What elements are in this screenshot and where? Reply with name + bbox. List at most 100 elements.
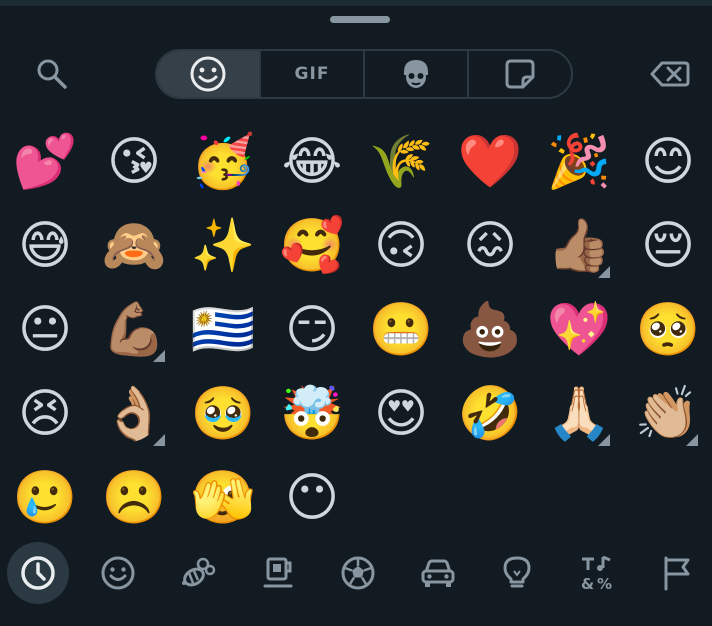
emoji-glyph: 🇺🇾 xyxy=(190,300,256,360)
emoji-glyph: 🎉 xyxy=(546,132,612,192)
skin-tone-indicator xyxy=(598,434,610,446)
emoji-glyph: 🙏🏻 xyxy=(546,384,612,444)
emoji-glyph: 🌾 xyxy=(368,132,434,192)
category-travel[interactable] xyxy=(407,542,469,604)
emoji-glyph: 😂 xyxy=(281,132,343,192)
emoji-cell[interactable]: 😬 xyxy=(356,288,446,372)
skin-tone-indicator xyxy=(686,434,698,446)
top-divider xyxy=(0,0,712,6)
emoji-cell[interactable]: 🥲 xyxy=(0,456,90,540)
emoji-cell[interactable]: 😅 xyxy=(0,204,90,288)
search-button[interactable] xyxy=(28,54,76,94)
emoji-cell[interactable]: 😖 xyxy=(445,204,535,288)
soccer-ball-icon xyxy=(338,553,378,593)
emoji-cell[interactable]: 👏🏼 xyxy=(622,372,712,456)
category-activities[interactable] xyxy=(327,542,389,604)
category-animals[interactable] xyxy=(166,542,228,604)
emoji-cell[interactable]: 🥹 xyxy=(178,372,268,456)
tab-gif[interactable]: GIF xyxy=(261,51,365,97)
emoji-cell[interactable]: 💕 xyxy=(0,120,90,204)
category-smileys[interactable] xyxy=(87,542,149,604)
emoji-cell[interactable]: 🎉 xyxy=(534,120,624,204)
smiley-icon xyxy=(98,553,138,593)
skin-tone-indicator xyxy=(153,350,165,362)
emoji-glyph: ☹️ xyxy=(101,468,167,528)
backspace-button[interactable] xyxy=(644,56,696,92)
search-icon xyxy=(35,57,69,91)
emoji-glyph: 🫣 xyxy=(190,468,256,528)
emoji-cell[interactable]: 😐 xyxy=(0,288,90,372)
emoji-glyph: ❤️ xyxy=(457,132,523,192)
emoji-cell[interactable]: 🥰 xyxy=(267,204,357,288)
emoji-cell[interactable]: 💖 xyxy=(534,288,624,372)
emoji-cell[interactable]: 💪🏽 xyxy=(89,288,179,372)
emoji-glyph: 💪🏽 xyxy=(101,300,167,360)
emoji-cell[interactable]: ❤️ xyxy=(445,120,535,204)
category-bar: & % xyxy=(0,530,712,626)
emoji-glyph: 🥰 xyxy=(279,216,345,276)
backspace-icon xyxy=(650,60,690,88)
emoji-glyph: 😖 xyxy=(462,216,518,276)
emoji-cell[interactable]: ☹️ xyxy=(89,456,179,540)
emoji-keyboard-panel: GIF 💕 😘 🥳 😂 🌾 ❤️ 🎉 😊 😅 🙈 ✨ 🥰 🙃 😖 👍🏽 😔 😐 … xyxy=(0,0,712,626)
bee-icon xyxy=(177,553,217,593)
emoji-glyph: ✨ xyxy=(190,216,256,276)
emoji-glyph: 💕 xyxy=(12,132,78,192)
emoji-cell[interactable]: ✨ xyxy=(178,204,268,288)
emoji-cell[interactable]: 😊 xyxy=(623,120,712,204)
emoji-cell[interactable]: 👍🏽 xyxy=(534,204,624,288)
category-objects[interactable] xyxy=(486,542,548,604)
emoji-cell[interactable]: 🇺🇾 xyxy=(178,288,268,372)
emoji-glyph: 🙃 xyxy=(373,216,429,276)
tab-stickers[interactable] xyxy=(469,51,571,97)
car-icon xyxy=(418,553,458,593)
flag-icon xyxy=(657,553,697,593)
category-symbols[interactable]: & % xyxy=(566,542,628,604)
gif-label: GIF xyxy=(294,64,330,84)
emoji-glyph: 🥺 xyxy=(635,300,701,360)
emoji-glyph: 🤣 xyxy=(457,384,523,444)
emoji-cell[interactable]: 😏 xyxy=(267,288,357,372)
drag-handle[interactable] xyxy=(330,16,390,23)
emoji-cell[interactable]: 🙈 xyxy=(89,204,179,288)
emoji-cell[interactable]: 🥺 xyxy=(623,288,712,372)
emoji-cell[interactable]: 💩 xyxy=(445,288,535,372)
emoji-glyph: 😊 xyxy=(640,132,696,192)
symbols-icon: & % xyxy=(577,553,617,593)
emoji-cell[interactable]: 👌🏼 xyxy=(89,372,179,456)
emoji-cell[interactable]: 😂 xyxy=(267,120,357,204)
emoji-cell[interactable]: 🙃 xyxy=(356,204,446,288)
emoji-cell[interactable]: 😍 xyxy=(356,372,446,456)
emoji-cell[interactable]: 😶 xyxy=(267,456,357,540)
emoji-glyph: 😶 xyxy=(284,468,340,528)
category-recent[interactable] xyxy=(7,542,69,604)
tab-emoji[interactable] xyxy=(157,51,261,97)
avatar-icon xyxy=(399,57,433,91)
clock-icon xyxy=(18,553,58,593)
emoji-cell[interactable]: 😘 xyxy=(89,120,179,204)
emoji-cell[interactable]: 🫣 xyxy=(178,456,268,540)
emoji-glyph: 😘 xyxy=(106,132,162,192)
emoji-cell[interactable]: 🙏🏻 xyxy=(534,372,624,456)
emoji-glyph: 🥹 xyxy=(190,384,256,444)
category-food[interactable] xyxy=(248,542,310,604)
emoji-glyph: 💖 xyxy=(546,300,612,360)
tab-avatar[interactable] xyxy=(365,51,469,97)
emoji-cell[interactable]: 🥳 xyxy=(178,120,268,204)
emoji-cell[interactable]: 🌾 xyxy=(356,120,446,204)
lightbulb-icon xyxy=(497,553,537,593)
emoji-cell[interactable]: 🤯 xyxy=(267,372,357,456)
category-flags[interactable] xyxy=(646,542,708,604)
emoji-cell[interactable]: 😔 xyxy=(623,204,712,288)
emoji-glyph: 😅 xyxy=(17,216,73,276)
emoji-glyph: 👍🏽 xyxy=(546,216,612,276)
emoji-cell[interactable]: 🤣 xyxy=(445,372,535,456)
emoji-glyph: 👌🏼 xyxy=(101,384,167,444)
svg-text:&: & xyxy=(581,575,594,593)
svg-text:%: % xyxy=(597,575,612,593)
emoji-glyph: 😬 xyxy=(368,300,434,360)
skin-tone-indicator xyxy=(598,266,610,278)
emoji-cell[interactable]: 😣 xyxy=(0,372,90,456)
picker-tabs: GIF xyxy=(155,49,573,99)
emoji-glyph: 😍 xyxy=(373,384,429,444)
